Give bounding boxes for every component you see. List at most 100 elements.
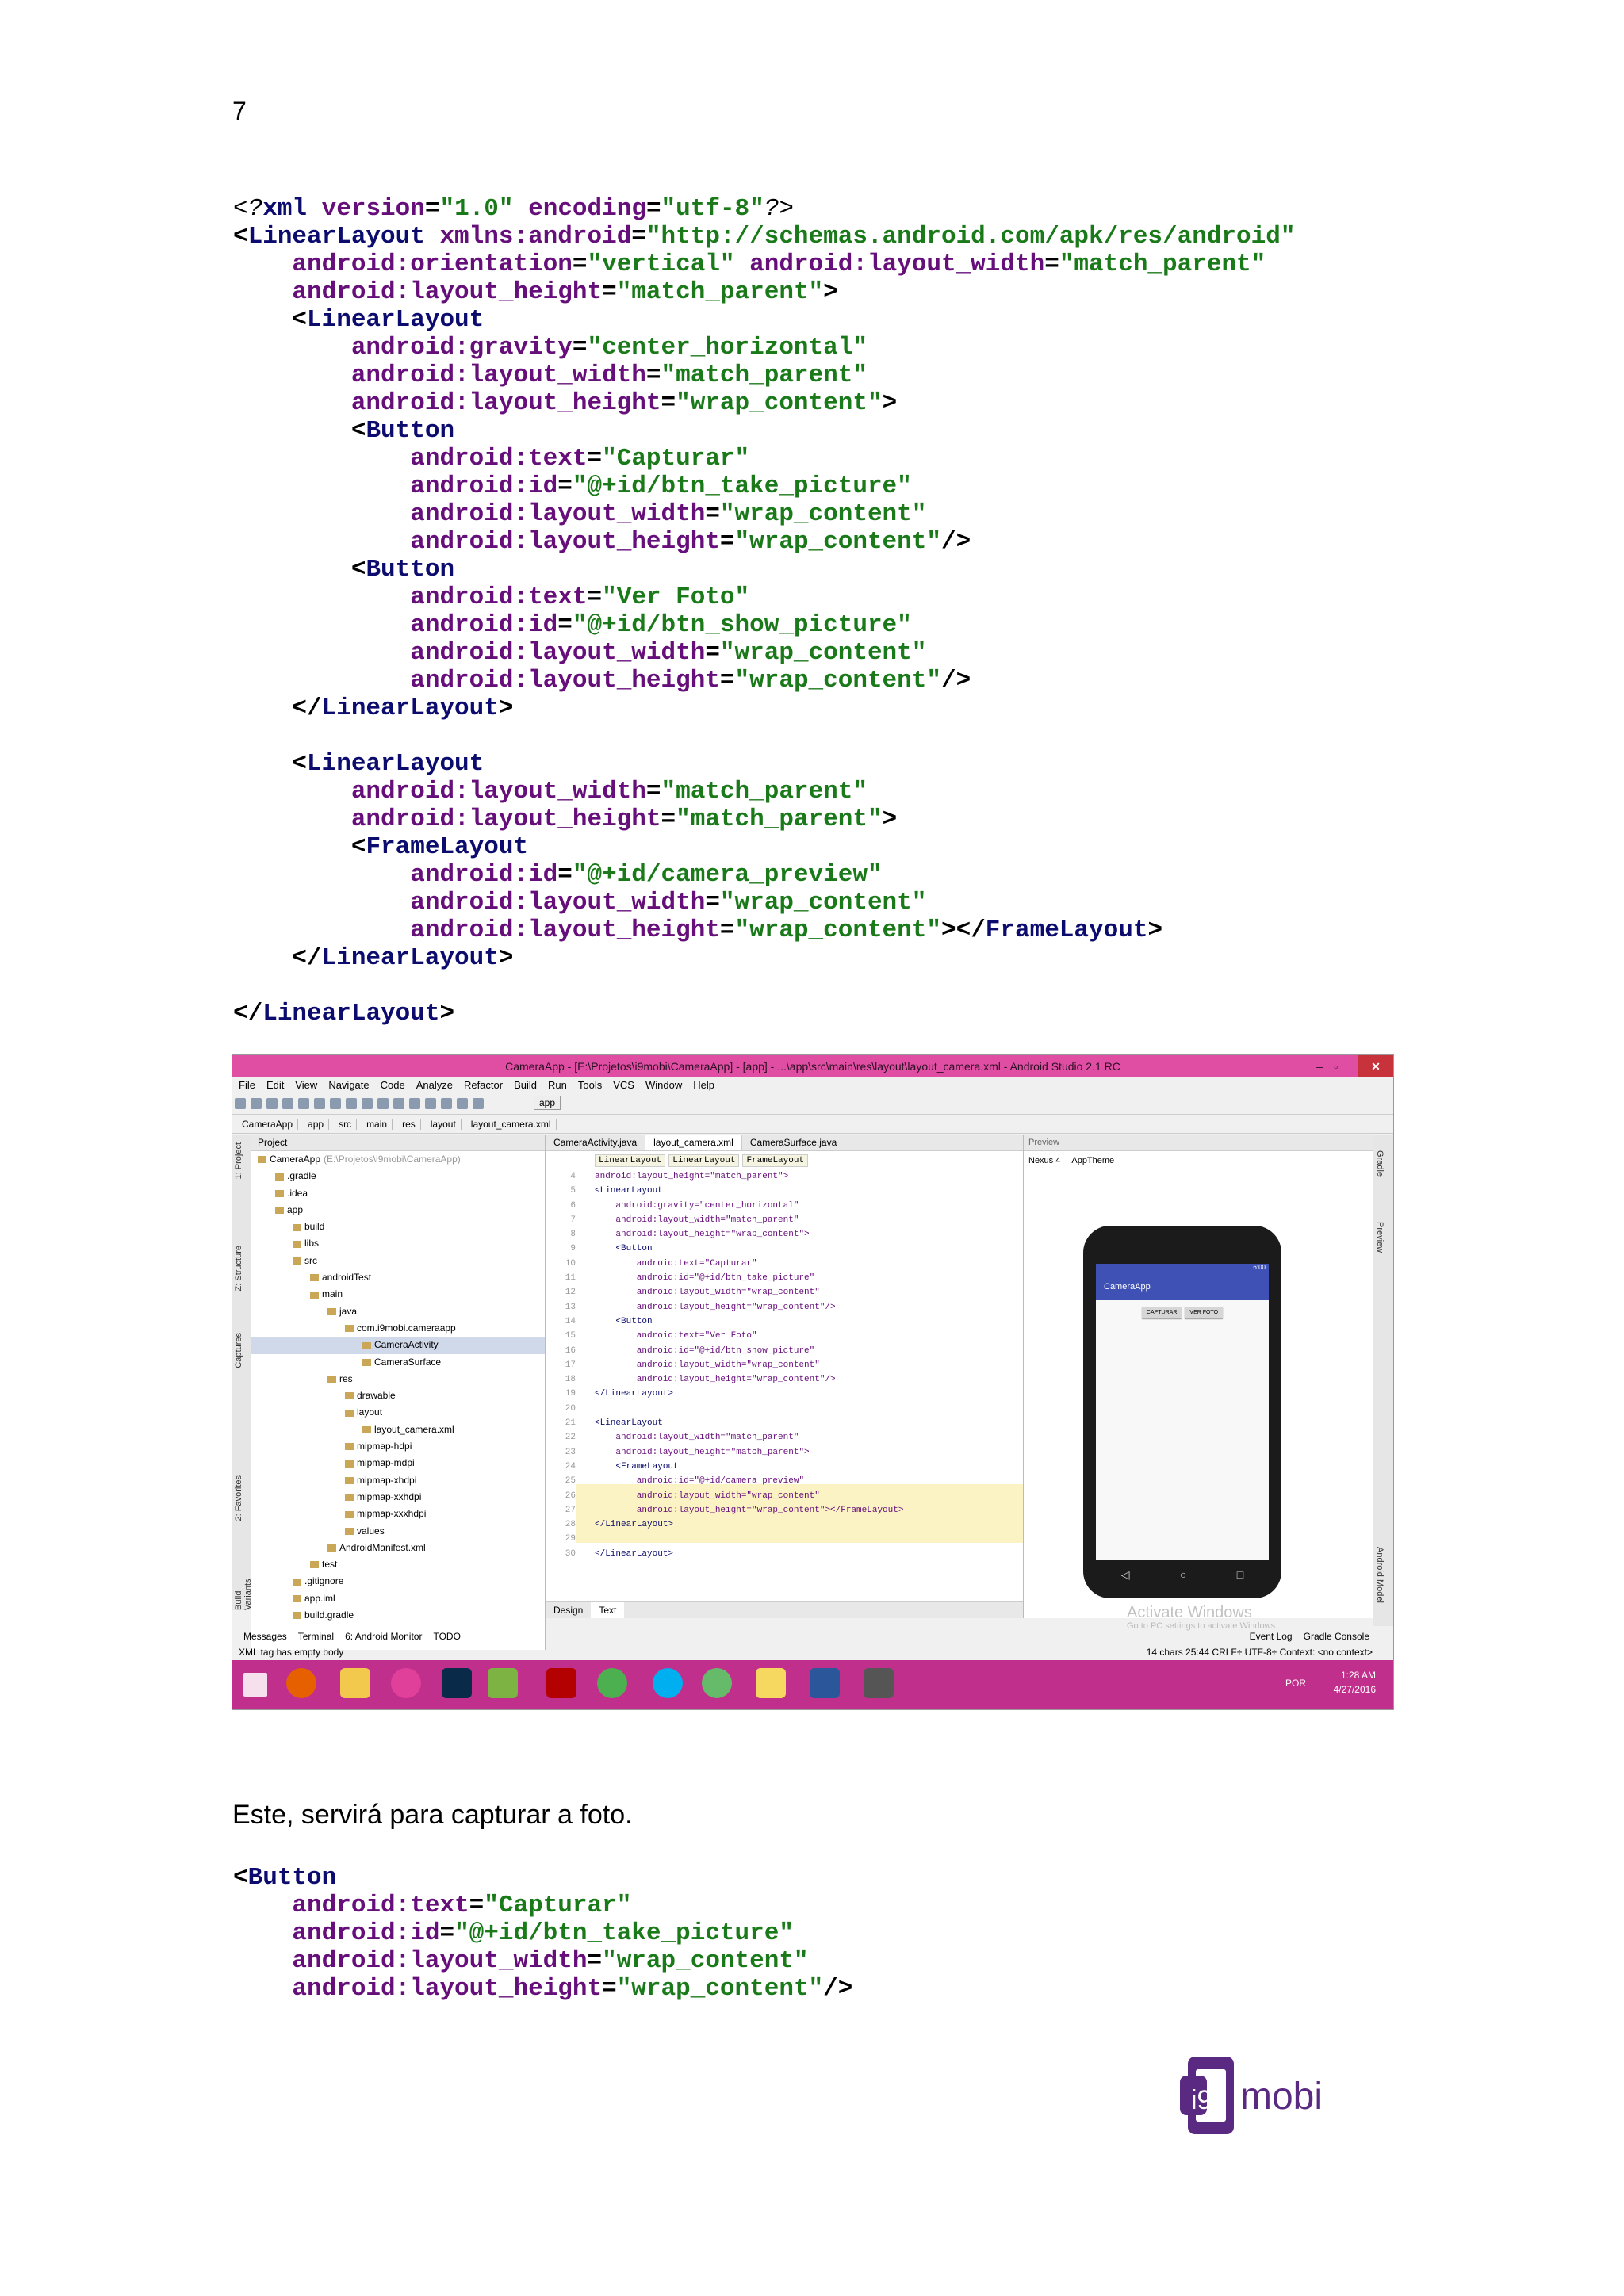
tree-item[interactable]: com.i9mobi.cameraapp [251, 1320, 545, 1337]
tree-item[interactable]: .idea [251, 1185, 545, 1202]
run-config-select[interactable]: app [534, 1096, 561, 1110]
atom-icon[interactable] [702, 1668, 732, 1698]
word-icon[interactable] [810, 1668, 840, 1698]
menu-item[interactable]: View [295, 1079, 317, 1091]
breadcrumb-item[interactable]: main [362, 1119, 393, 1130]
tree-item[interactable]: test [251, 1556, 545, 1573]
preview-option[interactable]: AppTheme [1071, 1156, 1114, 1165]
skype-icon[interactable] [653, 1668, 683, 1698]
tree-item[interactable]: drawable [251, 1387, 545, 1404]
tree-item[interactable]: java [251, 1303, 545, 1320]
editor-source[interactable]: android:layout_height="match_parent"> <Li… [595, 1169, 903, 1561]
tree-item[interactable]: layout [251, 1404, 545, 1421]
explorer-icon[interactable] [340, 1668, 370, 1698]
left-tool-tab[interactable]: 2: Favorites [234, 1475, 243, 1521]
menu-item[interactable]: Refactor [464, 1079, 503, 1091]
menu-item[interactable]: Window [645, 1079, 682, 1091]
breadcrumb-item[interactable]: layout [425, 1119, 462, 1130]
tree-item[interactable]: .gitignore [251, 1573, 545, 1590]
code-token: > [498, 695, 514, 722]
code-token: "wrap_content" [734, 667, 941, 695]
photoshop-icon[interactable] [442, 1668, 472, 1698]
tree-item[interactable]: values [251, 1523, 545, 1540]
xml-breadcrumb-item[interactable]: LinearLayout [595, 1154, 666, 1167]
tree-item[interactable]: app [251, 1202, 545, 1219]
menu-item[interactable]: Navigate [328, 1079, 369, 1091]
app-icon[interactable] [391, 1668, 421, 1698]
bottom-tool-tab[interactable]: Messages [243, 1631, 287, 1642]
tree-item[interactable]: main [251, 1286, 545, 1303]
firefox-icon[interactable] [286, 1668, 316, 1698]
windows-start-icon[interactable] [243, 1673, 267, 1697]
preview-option[interactable]: Nexus 4 [1028, 1156, 1060, 1165]
menu-item[interactable]: Help [693, 1079, 714, 1091]
code-line: android:layout_height="wrap_content"></F… [233, 916, 1295, 944]
menu-item[interactable]: Analyze [416, 1079, 453, 1091]
left-tool-tab[interactable]: Build Variants [234, 1563, 253, 1610]
bottom-tool-tab[interactable]: Terminal [298, 1631, 334, 1642]
tree-item-label: libs [304, 1238, 320, 1249]
editor-tab[interactable]: CameraSurface.java [742, 1135, 846, 1150]
breadcrumb-item[interactable]: src [334, 1119, 358, 1130]
phone-status-bar: 6:00 [1096, 1264, 1269, 1273]
menu-item[interactable]: Tools [578, 1079, 602, 1091]
close-icon[interactable]: ✕ [1358, 1055, 1393, 1077]
tree-item[interactable]: mipmap-mdpi [251, 1455, 545, 1471]
right-tool-tab[interactable]: Android Model [1375, 1547, 1385, 1603]
bottom-tool-tab[interactable]: TODO [433, 1631, 460, 1642]
tree-item[interactable]: res [251, 1371, 545, 1387]
editor-tab[interactable]: layout_camera.xml [645, 1135, 742, 1150]
editor-mode-tab[interactable]: Design [546, 1602, 591, 1618]
tree-item[interactable]: build.gradle [251, 1607, 545, 1624]
source-line: android:layout_height="wrap_content"/> [595, 1302, 836, 1312]
tree-item[interactable]: mipmap-xhdpi [251, 1472, 545, 1489]
breadcrumb-item[interactable]: CameraApp [237, 1119, 299, 1130]
code-token: "wrap_content" [719, 639, 927, 667]
tree-item[interactable]: mipmap-hdpi [251, 1438, 545, 1455]
left-tool-tab[interactable]: Captures [234, 1333, 243, 1368]
tree-item[interactable]: build [251, 1219, 545, 1235]
menu-item[interactable]: Run [548, 1079, 567, 1091]
tree-item[interactable]: CameraActivity [251, 1337, 545, 1354]
tree-item[interactable]: app.iml [251, 1590, 545, 1607]
project-header[interactable]: Project [251, 1135, 545, 1151]
editor-mode-tab[interactable]: Text [591, 1602, 625, 1618]
tree-item[interactable]: CameraSurface [251, 1354, 545, 1371]
window-controls[interactable]: –▫ [1316, 1055, 1349, 1077]
tree-item[interactable]: mipmap-xxxhdpi [251, 1506, 545, 1522]
code-token: "wrap_content" [616, 1975, 824, 2003]
menu-item[interactable]: Code [381, 1079, 405, 1091]
left-tool-tab[interactable]: Z: Structure [234, 1246, 243, 1291]
menu-item[interactable]: Edit [266, 1079, 284, 1091]
filezilla-icon[interactable] [546, 1668, 576, 1698]
tree-item[interactable]: androidTest [251, 1269, 545, 1286]
bottom-tool-tab[interactable]: Gradle Console [1304, 1631, 1369, 1642]
android-studio-icon[interactable] [488, 1668, 518, 1698]
breadcrumb-item[interactable]: app [303, 1119, 330, 1130]
terminal-icon[interactable] [864, 1668, 894, 1698]
tree-item[interactable]: layout_camera.xml [251, 1422, 545, 1438]
tree-item[interactable]: src [251, 1253, 545, 1269]
tree-item[interactable]: mipmap-xxhdpi [251, 1489, 545, 1506]
tree-item[interactable]: AndroidManifest.xml [251, 1540, 545, 1556]
breadcrumb-item[interactable]: layout_camera.xml [465, 1119, 557, 1130]
editor-tab[interactable]: CameraActivity.java [546, 1135, 646, 1150]
tree-item[interactable]: .gradle [251, 1168, 545, 1184]
menu-item[interactable]: File [239, 1079, 255, 1091]
right-tool-tab[interactable]: Preview [1375, 1222, 1385, 1253]
code-token: android:layout_height [350, 389, 661, 417]
xml-breadcrumb-item[interactable]: LinearLayout [668, 1154, 740, 1167]
breadcrumb-item[interactable]: res [397, 1119, 421, 1130]
chrome-icon[interactable] [597, 1668, 627, 1698]
files-icon[interactable] [756, 1668, 786, 1698]
left-tool-tab[interactable]: 1: Project [234, 1142, 243, 1179]
right-tool-tab[interactable]: Gradle [1375, 1150, 1385, 1177]
tree-item[interactable]: libs [251, 1235, 545, 1252]
menu-item[interactable]: Build [514, 1079, 537, 1091]
bottom-tool-tab[interactable]: 6: Android Monitor [345, 1631, 422, 1642]
tree-item[interactable]: CameraApp (E:\Projetos\i9mobi\CameraApp) [251, 1151, 545, 1168]
xml-breadcrumb-item[interactable]: FrameLayout [742, 1154, 809, 1167]
code-token: = [587, 584, 603, 611]
menu-item[interactable]: VCS [613, 1079, 634, 1091]
bottom-tool-tab[interactable]: Event Log [1250, 1631, 1293, 1642]
